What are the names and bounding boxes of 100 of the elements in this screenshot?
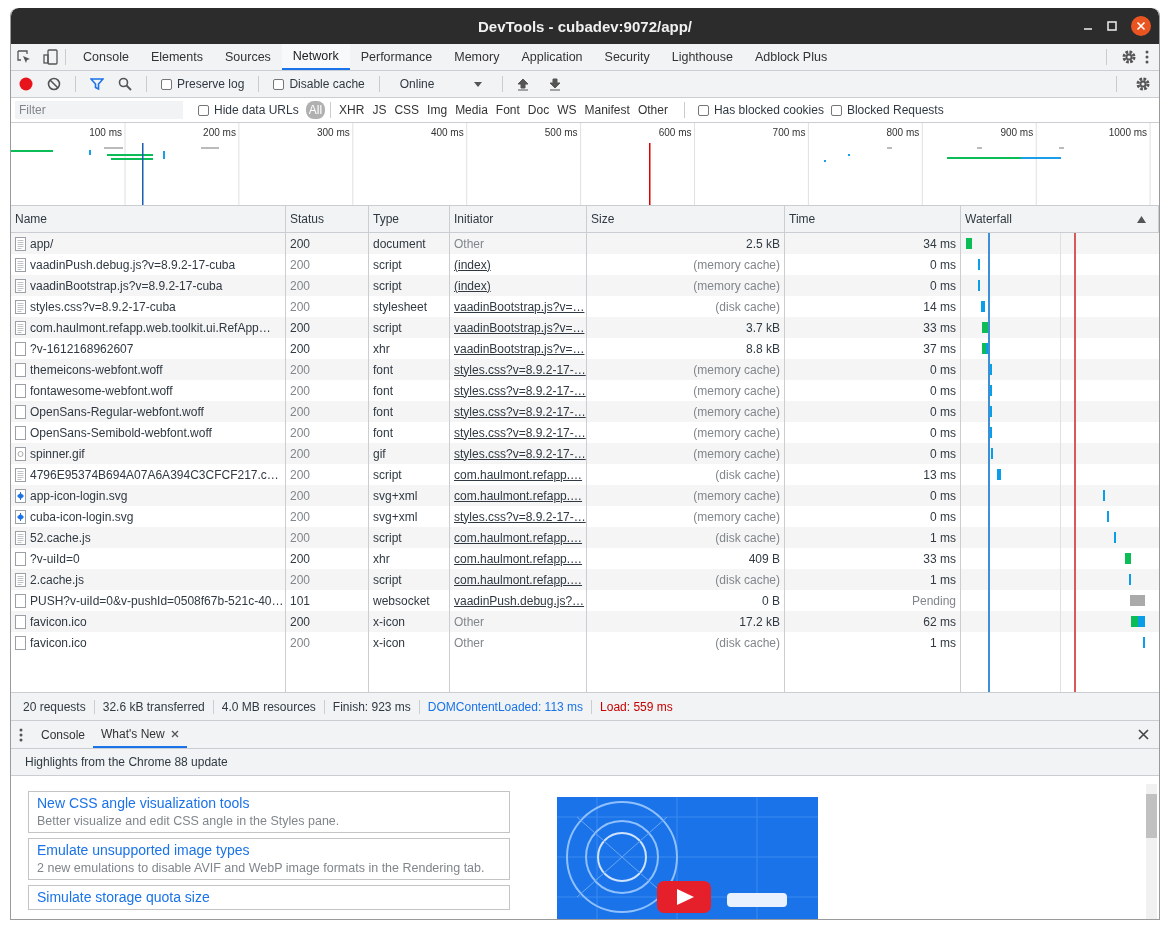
feature-title[interactable]: New CSS angle visualization tools xyxy=(37,795,501,811)
column-header[interactable]: Waterfall xyxy=(961,206,1159,232)
request-name[interactable]: vaadinBootstrap.js?v=8.9.2-17-cuba xyxy=(30,278,223,293)
more-options-icon[interactable] xyxy=(19,727,23,742)
resource-type: script xyxy=(373,278,402,293)
initiator-link[interactable]: vaadinBootstrap.js?v=… xyxy=(454,299,585,314)
initiator-link[interactable]: styles.css?v=8.9.2-17-… xyxy=(454,425,586,440)
resource-type-filter[interactable]: Img xyxy=(424,101,451,119)
transfer-size: (memory cache) xyxy=(693,278,780,293)
filter-icon[interactable] xyxy=(90,77,104,91)
maximize-icon[interactable] xyxy=(1107,21,1117,31)
initiator-link[interactable]: styles.css?v=8.9.2-17-… xyxy=(454,362,586,377)
more-options-icon[interactable] xyxy=(1145,50,1149,64)
request-name[interactable]: PUSH?v-uiId=0&v-pushId=0508f67b-521c-40… xyxy=(30,593,284,608)
record-icon[interactable] xyxy=(19,77,33,91)
close-icon[interactable] xyxy=(1138,729,1149,740)
initiator-link[interactable]: styles.css?v=8.9.2-17-… xyxy=(454,446,586,461)
request-name[interactable]: 4796E95374B694A07A6A394C3CFCF217.c… xyxy=(30,467,279,482)
request-name[interactable]: themeicons-webfont.woff xyxy=(30,362,163,377)
initiator-link[interactable]: styles.css?v=8.9.2-17-… xyxy=(454,404,586,419)
feature-card[interactable]: Emulate unsupported image types 2 new emulations to disable AVIF and WebP image formats in the Rendering tab. xyxy=(28,838,510,880)
initiator-link[interactable]: com.haulmont.refapp.… xyxy=(454,551,583,566)
panel-tab[interactable]: Elements xyxy=(139,44,214,70)
panel-tab[interactable]: Lighthouse xyxy=(660,44,744,70)
request-name[interactable]: favicon.ico xyxy=(30,614,87,629)
resource-type-filter[interactable]: CSS xyxy=(391,101,423,119)
panel-tab[interactable]: Sources xyxy=(214,44,282,70)
resource-type-filter[interactable]: Font xyxy=(492,101,523,119)
filter-field[interactable]: Filter xyxy=(15,101,183,119)
feature-title[interactable]: Emulate unsupported image types xyxy=(37,842,501,858)
initiator-text: Other xyxy=(454,635,484,650)
panel-tab[interactable]: Adblock Plus xyxy=(743,44,839,70)
initiator-link[interactable]: vaadinBootstrap.js?v=… xyxy=(454,341,585,356)
initiator-link[interactable]: (index) xyxy=(454,257,491,272)
request-name[interactable]: ?v-1612168962607 xyxy=(30,341,134,356)
initiator-link[interactable]: (index) xyxy=(454,278,491,293)
request-name[interactable]: com.haulmont.refapp.web.toolkit.ui.RefApp… xyxy=(30,320,271,335)
download-icon[interactable] xyxy=(549,77,562,91)
scrollbar[interactable] xyxy=(1146,784,1157,919)
search-icon[interactable] xyxy=(118,77,132,91)
feature-title[interactable]: Simulate storage quota size xyxy=(37,889,501,905)
resource-type: font xyxy=(373,404,393,419)
request-name[interactable]: styles.css?v=8.9.2-17-cuba xyxy=(30,299,176,314)
device-toolbar-icon[interactable] xyxy=(43,49,59,65)
clear-icon[interactable] xyxy=(47,77,61,91)
initiator-link[interactable]: com.haulmont.refapp.… xyxy=(454,530,583,545)
request-name[interactable]: app-icon-login.svg xyxy=(30,488,128,503)
feature-card[interactable]: New CSS angle visualization tools Better visualize and edit CSS angle in the Styles pane. xyxy=(28,791,510,833)
settings-icon[interactable] xyxy=(1135,76,1151,92)
feature-card[interactable]: Simulate storage quota size xyxy=(28,885,510,910)
initiator-link[interactable]: com.haulmont.refapp.… xyxy=(454,467,583,482)
column-header[interactable]: Status xyxy=(286,206,369,232)
checkbox[interactable] xyxy=(161,78,172,90)
initiator-link[interactable]: vaadinPush.debug.js?… xyxy=(454,593,585,608)
inspect-icon[interactable] xyxy=(17,50,31,64)
throttling-select[interactable]: Online xyxy=(393,75,489,93)
request-name[interactable]: ?v-uiId=0 xyxy=(30,551,80,566)
checkbox[interactable] xyxy=(697,104,709,116)
column-header[interactable]: Type xyxy=(369,206,450,232)
initiator-link[interactable]: styles.css?v=8.9.2-17-… xyxy=(454,509,586,524)
request-name[interactable]: favicon.ico xyxy=(30,635,87,650)
checkbox[interactable] xyxy=(273,78,285,90)
request-name[interactable]: 2.cache.js xyxy=(30,572,85,587)
request-name[interactable]: 52.cache.js xyxy=(30,530,91,545)
request-name[interactable]: spinner.gif xyxy=(30,446,85,461)
resource-type-filter[interactable]: XHR xyxy=(336,101,368,119)
request-name[interactable]: vaadinPush.debug.js?v=8.9.2-17-cuba xyxy=(30,257,236,272)
request-name[interactable]: cuba-icon-login.svg xyxy=(30,509,134,524)
column-header[interactable]: Time xyxy=(785,206,961,232)
initiator-link[interactable]: com.haulmont.refapp.… xyxy=(454,572,583,587)
request-name[interactable]: OpenSans-Regular-webfont.woff xyxy=(30,404,204,419)
panel-tab[interactable]: Console xyxy=(72,44,140,70)
column-header[interactable]: Name xyxy=(11,206,286,232)
panel-tab[interactable]: Application xyxy=(510,44,594,70)
initiator-link[interactable]: vaadinBootstrap.js?v=… xyxy=(454,320,585,335)
panel-tab[interactable]: Performance xyxy=(349,44,444,70)
panel-tab[interactable]: Memory xyxy=(443,44,511,70)
column-header[interactable]: Size xyxy=(587,206,785,232)
resource-type-filter[interactable]: Media xyxy=(452,101,491,119)
close-icon[interactable] xyxy=(1131,16,1151,36)
request-name[interactable]: OpenSans-Semibold-webfont.woff xyxy=(30,425,212,440)
column-header[interactable]: Initiator xyxy=(450,206,587,232)
resource-type-filter[interactable]: Manifest xyxy=(581,101,633,119)
request-name[interactable]: app/ xyxy=(30,236,54,251)
panel-tab[interactable]: Security xyxy=(593,44,661,70)
resource-type-filter[interactable]: Doc xyxy=(524,101,553,119)
resource-type-filter[interactable]: WS xyxy=(554,101,580,119)
checkbox[interactable] xyxy=(830,104,842,116)
drawer-tab[interactable]: Console xyxy=(33,721,94,748)
settings-icon[interactable] xyxy=(1121,49,1137,65)
close-icon[interactable] xyxy=(170,729,179,738)
resource-type-filter[interactable]: JS xyxy=(369,101,390,119)
panel-tab[interactable]: Network xyxy=(281,44,350,70)
resource-type-filter[interactable]: Other xyxy=(634,101,671,119)
initiator-link[interactable]: com.haulmont.refapp.… xyxy=(454,488,583,503)
summary-stat: 4.0 MB resources xyxy=(213,699,325,714)
checkbox[interactable] xyxy=(198,104,209,116)
request-name[interactable]: fontawesome-webfont.woff xyxy=(30,383,173,398)
initiator-link[interactable]: styles.css?v=8.9.2-17-… xyxy=(454,383,586,398)
upload-icon[interactable] xyxy=(517,77,530,91)
